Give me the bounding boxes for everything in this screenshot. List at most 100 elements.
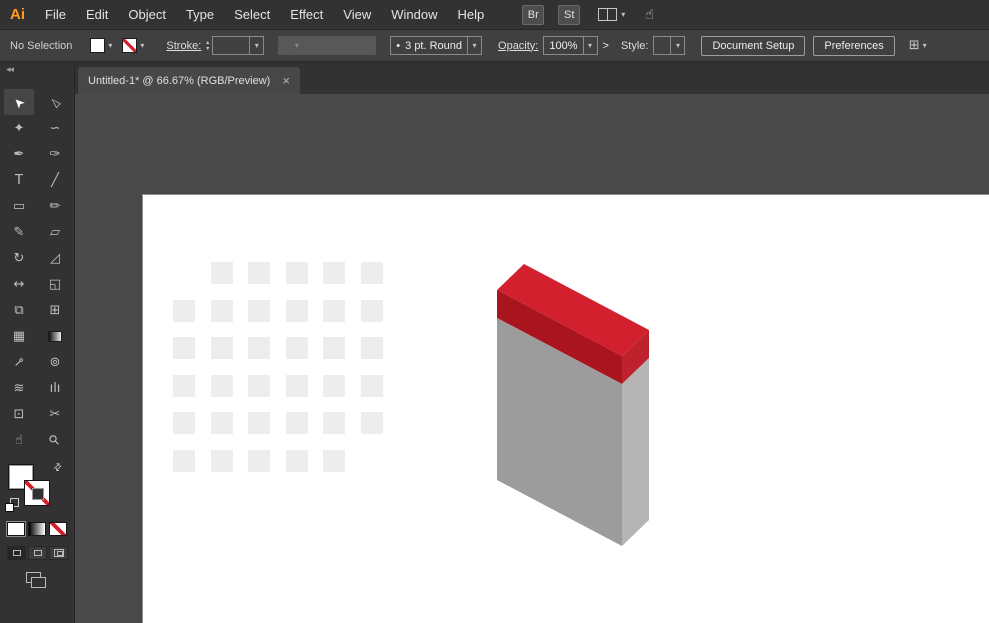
eraser-tool[interactable]: ▱: [40, 219, 70, 245]
preferences-button[interactable]: Preferences: [813, 36, 894, 56]
menu-effect[interactable]: Effect: [280, 2, 333, 27]
rectangle-tool[interactable]: ▭: [4, 193, 34, 219]
stroke-weight-stepper[interactable]: ▴ ▾: [206, 40, 209, 52]
grid-square[interactable]: [173, 337, 195, 359]
grid-square[interactable]: [248, 450, 270, 472]
eyedropper-tool[interactable]: ⊸: [4, 349, 34, 375]
pen-tool[interactable]: ✒: [4, 141, 34, 167]
grid-square[interactable]: [173, 375, 195, 397]
box-side-face[interactable]: [622, 358, 649, 546]
brush-definition-dropdown[interactable]: • 3 pt. Round ▾: [390, 36, 482, 55]
menu-view[interactable]: View: [333, 2, 381, 27]
direct-selection-tool[interactable]: ▻: [40, 89, 70, 115]
grid-square[interactable]: [286, 375, 308, 397]
line-segment-tool[interactable]: ╱: [40, 167, 70, 193]
draw-inside-button[interactable]: [49, 546, 68, 560]
menu-file[interactable]: File: [35, 2, 76, 27]
grid-square[interactable]: [211, 412, 233, 434]
free-transform-tool[interactable]: ◱: [40, 271, 70, 297]
red-box-artwork[interactable]: [143, 195, 989, 623]
hand-tool[interactable]: ☝: [4, 427, 34, 453]
opacity-chevron[interactable]: ▾: [583, 37, 597, 54]
grid-square[interactable]: [286, 300, 308, 322]
grid-square[interactable]: [211, 300, 233, 322]
menu-help[interactable]: Help: [447, 2, 494, 27]
grid-square[interactable]: [286, 337, 308, 359]
grid-square[interactable]: [211, 375, 233, 397]
graphic-style-dropdown[interactable]: ▾: [653, 36, 685, 55]
zoom-tool[interactable]: ⚲: [40, 427, 70, 453]
grid-square[interactable]: [173, 412, 195, 434]
grid-square[interactable]: [323, 262, 345, 284]
panel-collapse-button[interactable]: ◂◂: [0, 62, 74, 77]
change-screen-mode-button[interactable]: [26, 572, 41, 583]
width-tool[interactable]: ↔: [4, 271, 34, 297]
draw-normal-button[interactable]: [7, 546, 26, 560]
symbol-sprayer-tool[interactable]: ≋: [4, 375, 34, 401]
stock-button[interactable]: St: [558, 5, 580, 25]
fill-color-dropdown[interactable]: ▾: [90, 38, 112, 53]
grid-square[interactable]: [361, 412, 383, 434]
document-tab[interactable]: Untitled-1* @ 66.67% (RGB/Preview) ×: [78, 67, 300, 94]
control-options-button[interactable]: ⊞ ▾: [909, 38, 927, 53]
none-button[interactable]: [49, 522, 67, 536]
swap-fill-stroke-icon[interactable]: ⇄: [51, 461, 65, 475]
brush-definition-chevron[interactable]: ▾: [467, 37, 481, 54]
selection-tool[interactable]: ➤: [4, 89, 34, 115]
grid-square[interactable]: [211, 262, 233, 284]
grid-square[interactable]: [361, 262, 383, 284]
pencil-tool[interactable]: ✎: [4, 219, 34, 245]
menu-window[interactable]: Window: [381, 2, 447, 27]
grid-square[interactable]: [286, 412, 308, 434]
artboard-tool[interactable]: ⊡: [4, 401, 34, 427]
grid-square[interactable]: [323, 450, 345, 472]
mesh-tool[interactable]: ▦: [4, 323, 34, 349]
perspective-grid-tool[interactable]: ⊞: [40, 297, 70, 323]
slice-tool[interactable]: ✂: [40, 401, 70, 427]
lasso-tool[interactable]: ∽: [40, 115, 70, 141]
grid-square[interactable]: [248, 412, 270, 434]
draw-behind-button[interactable]: [28, 546, 47, 560]
default-fill-stroke-button[interactable]: [5, 498, 19, 512]
tab-close-icon[interactable]: ×: [282, 74, 290, 87]
color-button[interactable]: [7, 522, 25, 536]
grid-square[interactable]: [248, 375, 270, 397]
stroke-color-dropdown[interactable]: ▾: [122, 38, 144, 53]
grid-square[interactable]: [248, 300, 270, 322]
stroke-swatch[interactable]: [24, 480, 50, 506]
scale-tool[interactable]: ◿: [40, 245, 70, 271]
menu-object[interactable]: Object: [118, 2, 176, 27]
artboard[interactable]: [143, 195, 989, 623]
stroke-weight-dropdown[interactable]: ▾: [212, 36, 264, 55]
grid-square[interactable]: [286, 262, 308, 284]
grid-square[interactable]: [323, 412, 345, 434]
touch-workspace-button[interactable]: ☝: [645, 7, 654, 23]
arrange-documents-button[interactable]: ▾: [598, 8, 625, 21]
column-graph-tool[interactable]: ılı: [40, 375, 70, 401]
grid-square[interactable]: [361, 375, 383, 397]
gradient-button[interactable]: [28, 522, 46, 536]
grid-square[interactable]: [361, 300, 383, 322]
canvas-area[interactable]: [75, 94, 989, 623]
grid-square[interactable]: [286, 450, 308, 472]
grid-square[interactable]: [323, 337, 345, 359]
blend-tool[interactable]: ⊚: [40, 349, 70, 375]
grid-square[interactable]: [248, 262, 270, 284]
paintbrush-tool[interactable]: ✏: [40, 193, 70, 219]
grid-square[interactable]: [211, 337, 233, 359]
gradient-tool[interactable]: [40, 323, 70, 349]
grid-square[interactable]: [173, 450, 195, 472]
bridge-button[interactable]: Br: [522, 5, 544, 25]
opacity-flyout-button[interactable]: >: [603, 40, 609, 52]
grid-square[interactable]: [323, 300, 345, 322]
document-setup-button[interactable]: Document Setup: [701, 36, 805, 56]
stroke-panel-link[interactable]: Stroke:: [166, 40, 201, 52]
opacity-dropdown[interactable]: 100% ▾: [543, 36, 597, 55]
grid-square[interactable]: [173, 300, 195, 322]
grid-square[interactable]: [323, 375, 345, 397]
grid-square[interactable]: [361, 337, 383, 359]
opacity-panel-link[interactable]: Opacity:: [498, 40, 538, 52]
type-tool[interactable]: T: [4, 167, 34, 193]
magic-wand-tool[interactable]: ✦: [4, 115, 34, 141]
stroke-weight-chevron[interactable]: ▾: [249, 37, 263, 54]
